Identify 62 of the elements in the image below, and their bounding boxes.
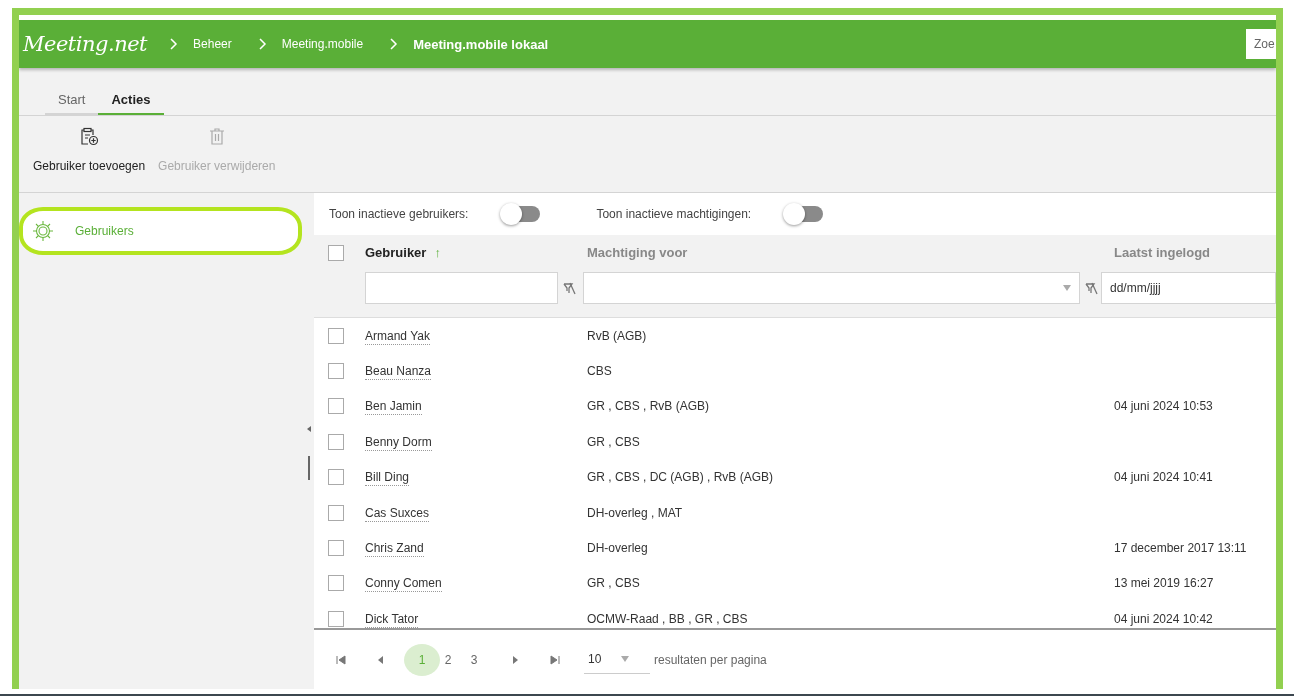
table-cell: GR , CBS bbox=[587, 576, 640, 591]
splitter-handle[interactable] bbox=[308, 456, 310, 480]
user-link[interactable]: Dick Tator bbox=[365, 611, 419, 628]
caret-down-icon bbox=[1062, 285, 1071, 291]
date-field[interactable]: dd/mm/jjjj bbox=[1101, 272, 1276, 304]
chevron-icon bbox=[257, 37, 268, 51]
chevron-icon bbox=[389, 37, 400, 51]
user-link[interactable]: Benny Dorm bbox=[365, 434, 432, 451]
tab[interactable]: Start bbox=[45, 92, 99, 115]
first-page-icon bbox=[336, 654, 346, 665]
chevron-icon bbox=[169, 37, 180, 51]
checkbox[interactable] bbox=[328, 610, 344, 627]
checkbox[interactable] bbox=[328, 469, 344, 486]
checkbox[interactable] bbox=[328, 504, 344, 521]
search-field[interactable]: Zoe bbox=[1246, 29, 1276, 59]
toolbar-button[interactable]: Gebruiker toevoegen bbox=[27, 116, 152, 173]
column-header[interactable]: Gebruiker bbox=[365, 245, 427, 260]
checkbox[interactable] bbox=[328, 575, 344, 592]
page-size-dropdown[interactable]: 10 bbox=[584, 645, 650, 674]
table-cell: RvB (AGB) bbox=[587, 328, 647, 343]
table-cell: 04 juni 2024 10:41 bbox=[1114, 470, 1213, 485]
filter-dropdown[interactable] bbox=[582, 272, 1080, 304]
table-cell: 13 mei 2019 16:27 bbox=[1114, 576, 1214, 591]
table-cell: GR , CBS bbox=[587, 434, 640, 449]
user-link[interactable]: Beau Nanza bbox=[365, 364, 432, 381]
last-page-icon bbox=[550, 654, 560, 665]
user-link[interactable]: Armand Yak bbox=[365, 328, 430, 345]
table-cell: 17 december 2017 13:11 bbox=[1114, 541, 1247, 556]
table-cell: 04 juni 2024 10:42 bbox=[1114, 611, 1213, 626]
checkbox[interactable] bbox=[328, 363, 344, 380]
toggle-label: Toon inactieve machtigingen: bbox=[596, 207, 752, 221]
table-cell: GR , CBS , RvB (AGB) bbox=[587, 399, 709, 414]
user-link[interactable]: Bill Ding bbox=[365, 470, 409, 487]
user-link[interactable]: Cas Suxces bbox=[365, 505, 430, 522]
user-link[interactable]: Ben Jamin bbox=[365, 399, 422, 416]
gear-icon bbox=[31, 219, 55, 243]
filter-field[interactable] bbox=[365, 272, 558, 304]
user-link[interactable]: Conny Comen bbox=[365, 576, 442, 593]
toggle-switch[interactable] bbox=[785, 206, 824, 222]
table-cell: GR , CBS , DC (AGB) , RvB (AGB) bbox=[587, 470, 774, 485]
tab[interactable]: Acties bbox=[98, 92, 164, 115]
caret-down-icon bbox=[621, 656, 630, 662]
collapse-arrow-icon bbox=[307, 426, 311, 432]
checkbox[interactable] bbox=[328, 398, 344, 415]
filter-clear-icon bbox=[1083, 281, 1098, 295]
table-cell: 04 juni 2024 10:53 bbox=[1114, 399, 1213, 414]
checkbox[interactable] bbox=[328, 327, 344, 344]
checkbox[interactable] bbox=[328, 244, 344, 261]
table-cell: DH-overleg , MAT bbox=[587, 505, 683, 520]
table-cell: OCMW-Raad , BB , GR , CBS bbox=[587, 611, 748, 626]
user-link[interactable]: Chris Zand bbox=[365, 541, 424, 558]
previous-page-icon bbox=[376, 654, 386, 665]
checkbox[interactable] bbox=[328, 433, 344, 450]
page-size-label: resultaten per pagina bbox=[654, 652, 767, 667]
table-cell: DH-overleg bbox=[587, 541, 648, 556]
checkbox[interactable] bbox=[328, 540, 344, 557]
clipboard-plus-icon bbox=[79, 126, 100, 146]
filter-clear-icon bbox=[562, 281, 576, 295]
table-cell: CBS bbox=[587, 364, 612, 379]
toggle-label: Toon inactieve gebruikers: bbox=[329, 207, 469, 221]
next-page-icon bbox=[510, 654, 520, 665]
toggle-switch[interactable] bbox=[502, 206, 541, 222]
